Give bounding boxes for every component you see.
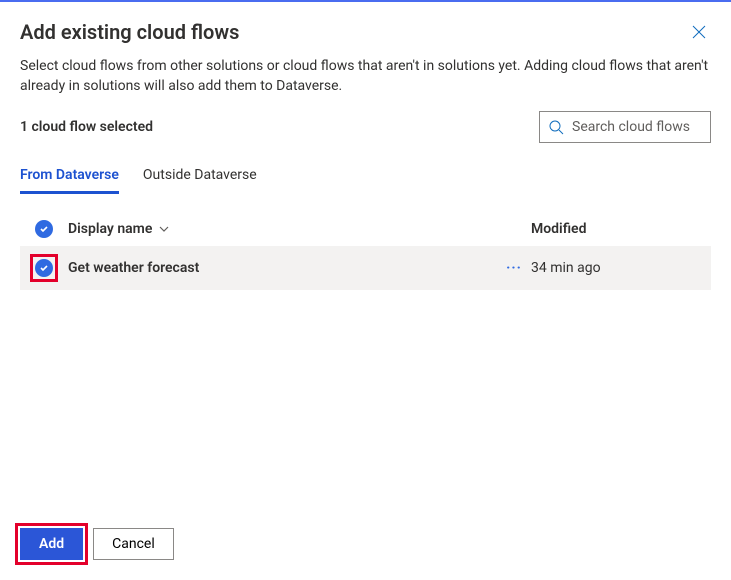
tab-outside-dataverse[interactable]: Outside Dataverse (143, 161, 257, 194)
check-icon (39, 263, 49, 273)
add-button[interactable]: Add (20, 528, 83, 560)
column-header-display-name-label: Display name (68, 221, 152, 237)
select-all-cell[interactable] (20, 220, 68, 238)
footer: Add Cancel (0, 512, 731, 580)
panel-description: Select cloud flows from other solutions … (0, 56, 731, 111)
check-icon (39, 224, 49, 234)
toolbar: 1 cloud flow selected (0, 111, 731, 149)
row-select-cell[interactable] (20, 254, 68, 282)
close-icon (691, 24, 707, 44)
column-header-modified: Modified (531, 221, 711, 237)
table-row[interactable]: Get weather forecast ··· 34 min ago (20, 246, 711, 290)
more-icon: ··· (506, 260, 522, 276)
search-input[interactable] (570, 118, 702, 136)
row-more-menu[interactable]: ··· (497, 260, 531, 276)
column-header-display-name[interactable]: Display name (68, 221, 497, 237)
tabs: From Dataverse Outside Dataverse (0, 149, 731, 194)
panel-title: Add existing cloud flows (20, 20, 239, 44)
selection-count: 1 cloud flow selected (20, 119, 153, 135)
highlight-row-checkbox (30, 254, 58, 282)
search-icon (548, 119, 564, 135)
flows-table: Display name Modified Get weather forec (0, 194, 731, 512)
row-display-name: Get weather forecast (68, 260, 497, 276)
row-checkbox[interactable] (35, 259, 53, 277)
chevron-down-icon (158, 223, 170, 235)
select-all-checkbox[interactable] (35, 220, 53, 238)
add-existing-cloud-flows-panel: Add existing cloud flows Select cloud fl… (0, 0, 731, 580)
cancel-button[interactable]: Cancel (93, 528, 174, 560)
close-button[interactable] (687, 20, 711, 48)
table-header: Display name Modified (20, 204, 711, 246)
search-box[interactable] (539, 111, 711, 143)
row-modified: 34 min ago (531, 260, 711, 276)
tab-from-dataverse[interactable]: From Dataverse (20, 161, 119, 194)
panel-header: Add existing cloud flows (0, 2, 731, 56)
